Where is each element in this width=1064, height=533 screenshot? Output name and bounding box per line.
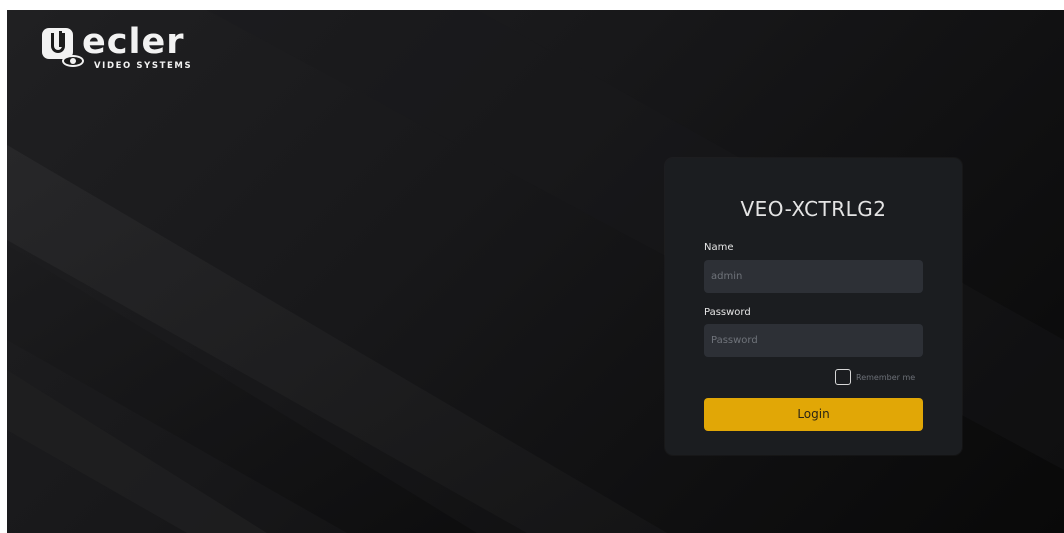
login-screen: ecler VIDEO SYSTEMS VEO-XCTRLG2 Name Pas… bbox=[7, 10, 1064, 533]
remember-checkbox[interactable] bbox=[835, 369, 851, 385]
remember-me[interactable]: Remember me bbox=[835, 368, 915, 386]
device-title: VEO-XCTRLG2 bbox=[740, 197, 887, 221]
name-label: Name bbox=[704, 242, 734, 253]
logo-wordmark: ecler bbox=[82, 22, 185, 62]
login-button[interactable]: Login bbox=[704, 398, 923, 431]
login-card: VEO-XCTRLG2 Name Password Remember me Lo… bbox=[665, 158, 962, 455]
logo-tagline: VIDEO SYSTEMS bbox=[94, 61, 193, 71]
password-input[interactable] bbox=[704, 324, 923, 357]
remember-label: Remember me bbox=[856, 372, 916, 382]
password-label: Password bbox=[704, 307, 751, 318]
ecler-logo: ecler VIDEO SYSTEMS bbox=[42, 22, 232, 74]
name-input[interactable] bbox=[704, 260, 923, 293]
